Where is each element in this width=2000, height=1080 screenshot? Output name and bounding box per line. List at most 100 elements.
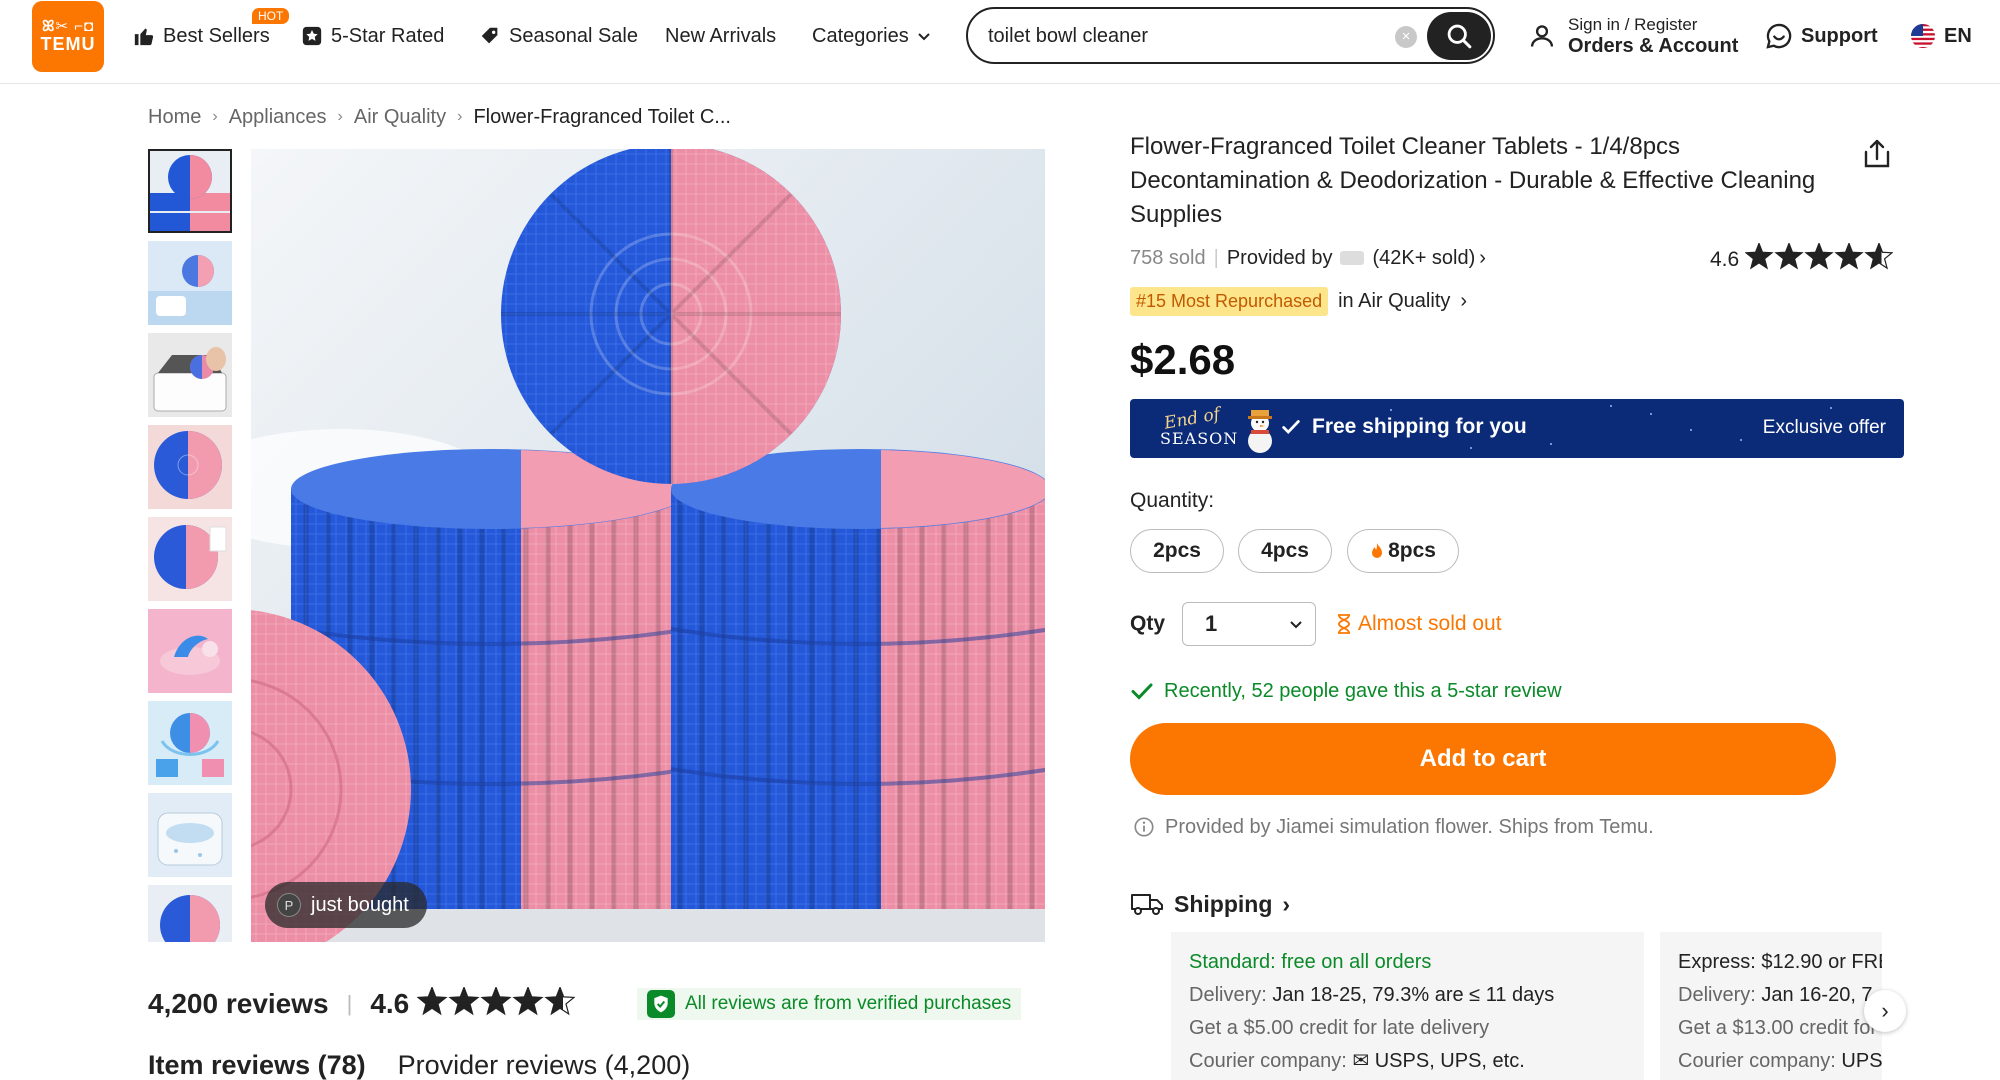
exclusive-offer-label: Exclusive offer <box>1762 417 1886 438</box>
delivery-label: Delivery: <box>1189 984 1267 1006</box>
nav-categories-label: Categories <box>812 24 909 47</box>
temu-logo[interactable]: ꕤ✂ ⌐◘ TEMU <box>32 1 104 72</box>
eos-line-2: SEASON <box>1160 429 1239 448</box>
qty-select[interactable]: 1 <box>1182 602 1316 646</box>
sold-and-provider: 758 sold | Provided by (42K+ sold) › <box>1130 244 1486 272</box>
nav-seasonal-label: Seasonal Sale <box>509 24 638 47</box>
thumbnail[interactable] <box>148 241 232 325</box>
free-shipping-text: Free shipping for you <box>1312 415 1527 438</box>
nav-seasonal-sale[interactable]: Seasonal Sale <box>479 22 638 50</box>
provided-by-label[interactable]: Provided by <box>1227 247 1333 270</box>
tag-icon <box>481 27 498 44</box>
star-rating <box>416 985 576 1022</box>
breadcrumb-appliances[interactable]: Appliances <box>229 106 327 129</box>
top-header: ꕤ✂ ⌐◘ TEMU Best Sellers HOT 5-Star Rated… <box>0 0 2000 84</box>
reviews-count[interactable]: 4,200 reviews <box>148 988 329 1020</box>
sold-count: 758 sold <box>1130 246 1206 269</box>
almost-sold-out-notice: Almost sold out <box>1336 612 1502 636</box>
thumbnail[interactable] <box>148 701 232 785</box>
free-shipping-banner[interactable]: End of SEASON Free shipping for you Excl… <box>1130 399 1904 458</box>
qty-label: Qty <box>1130 612 1166 635</box>
option-label: 2pcs <box>1153 539 1201 562</box>
product-photo <box>251 149 1045 942</box>
just-bought-text: just bought <box>311 893 409 916</box>
language-selector[interactable]: EN <box>1910 22 1972 50</box>
breadcrumb-chevron-icon: › <box>337 108 343 125</box>
search-bar: × <box>966 7 1495 64</box>
product-rating[interactable]: 4.6 <box>1710 241 1894 274</box>
reviews-rating: 4.6 <box>370 988 410 1019</box>
breadcrumb-air-quality[interactable]: Air Quality <box>354 106 446 129</box>
recent-reviews-text: Recently, 52 people gave this a 5-star r… <box>1164 679 1562 702</box>
logo-glyphs: ꕤ✂ ⌐◘ <box>41 18 95 35</box>
express-shipping-card[interactable]: Express: $12.90 or FREE Delivery: Jan 16… <box>1660 932 1882 1080</box>
option-4pcs[interactable]: 4pcs <box>1238 529 1332 573</box>
rank-badge: #15 Most Repurchased <box>1130 286 1329 316</box>
provided-by-note: Provided by Jiamei simulation flower. Sh… <box>1133 814 1654 840</box>
product-title: Flower-Fragranced Toilet Cleaner Tablets… <box>1130 133 1816 228</box>
tab-item-reviews[interactable]: Item reviews (78) <box>148 1050 366 1080</box>
search-input[interactable] <box>988 23 1348 49</box>
share-icon[interactable] <box>1862 138 1892 170</box>
orders-account-label: Orders & Account <box>1568 35 1739 57</box>
shipping-next-button[interactable]: › <box>1864 990 1906 1032</box>
hot-badge: HOT <box>252 8 290 24</box>
breadcrumb-home[interactable]: Home <box>148 106 201 129</box>
info-icon <box>1134 817 1154 837</box>
nav-five-star-rated[interactable]: 5-Star Rated <box>301 22 444 50</box>
add-to-cart-button[interactable]: Add to cart <box>1130 723 1836 795</box>
courier-label: Courier company: <box>1189 1050 1347 1072</box>
express-title: Express: $12.90 or FREE <box>1678 951 1882 973</box>
option-8pcs[interactable]: 8pcs <box>1347 529 1459 573</box>
checkmark-icon <box>1131 683 1153 700</box>
thumbs-up-icon <box>134 28 154 46</box>
thumbnail-strip <box>148 149 232 942</box>
standard-shipping-card[interactable]: Standard: free on all orders Delivery: J… <box>1171 932 1644 1080</box>
provider-sold-count[interactable]: (42K+ sold) <box>1372 247 1475 270</box>
nav-five-star-label: 5-Star Rated <box>331 24 445 47</box>
end-of-season-badge: End of SEASON <box>1146 404 1286 455</box>
tab-provider-reviews[interactable]: Provider reviews (4,200) <box>398 1050 691 1080</box>
thumbnail[interactable] <box>148 609 232 693</box>
chevron-right-icon: › <box>1282 890 1291 917</box>
breadcrumb: Home › Appliances › Air Quality › Flower… <box>148 104 731 130</box>
checkmark-icon <box>1282 420 1300 435</box>
thumbnail[interactable] <box>148 885 232 942</box>
star-icon <box>1744 241 1774 270</box>
nav-new-arrivals[interactable]: New Arrivals <box>665 22 776 50</box>
nav-categories[interactable]: Categories <box>812 22 931 50</box>
search-button[interactable] <box>1427 12 1491 60</box>
thumbnail[interactable] <box>148 793 232 877</box>
verified-purchases-badge: All reviews are from verified purchases <box>637 988 1022 1020</box>
usps-icon: ✉ <box>1352 1050 1370 1072</box>
almost-sold-out-text: Almost sold out <box>1358 612 1502 635</box>
repurchase-rank[interactable]: #15 Most Repurchased in Air Quality › <box>1130 286 1467 316</box>
standard-title: Standard: free on all orders <box>1189 951 1432 973</box>
account-menu[interactable]: Sign in / Register Orders & Account <box>1528 14 1738 58</box>
thumbnail[interactable] <box>148 425 232 509</box>
clear-search-icon[interactable]: × <box>1395 26 1417 48</box>
fire-icon <box>1372 543 1383 558</box>
qty-row: Qty 1 Almost sold out <box>1130 602 1502 646</box>
star-icon <box>1864 241 1894 270</box>
courier-value: UPS <box>1841 1050 1882 1072</box>
thumbnail[interactable] <box>148 333 232 417</box>
chevron-right-icon: › <box>1881 998 1889 1023</box>
thumbnail[interactable] <box>148 149 232 233</box>
user-icon <box>1530 25 1554 47</box>
qty-value: 1 <box>1205 611 1218 636</box>
shipping-heading: Shipping <box>1174 890 1273 917</box>
support-link[interactable]: Support <box>1765 22 1878 50</box>
language-label: EN <box>1944 24 1972 47</box>
buyer-avatar: P <box>277 893 301 917</box>
late-credit: Get a $13.00 credit for late <box>1678 1017 1882 1039</box>
shipping-section-header[interactable]: Shipping › <box>1130 888 1290 920</box>
thumbnail[interactable] <box>148 517 232 601</box>
product-price: $2.68 <box>1130 336 1236 383</box>
product-main-image[interactable]: P just bought <box>251 149 1045 942</box>
star-icon <box>480 985 512 1015</box>
star-icon <box>448 985 480 1015</box>
chevron-right-icon: › <box>1460 289 1468 312</box>
option-2pcs[interactable]: 2pcs <box>1130 529 1224 573</box>
nav-best-sellers[interactable]: Best Sellers <box>133 22 270 50</box>
